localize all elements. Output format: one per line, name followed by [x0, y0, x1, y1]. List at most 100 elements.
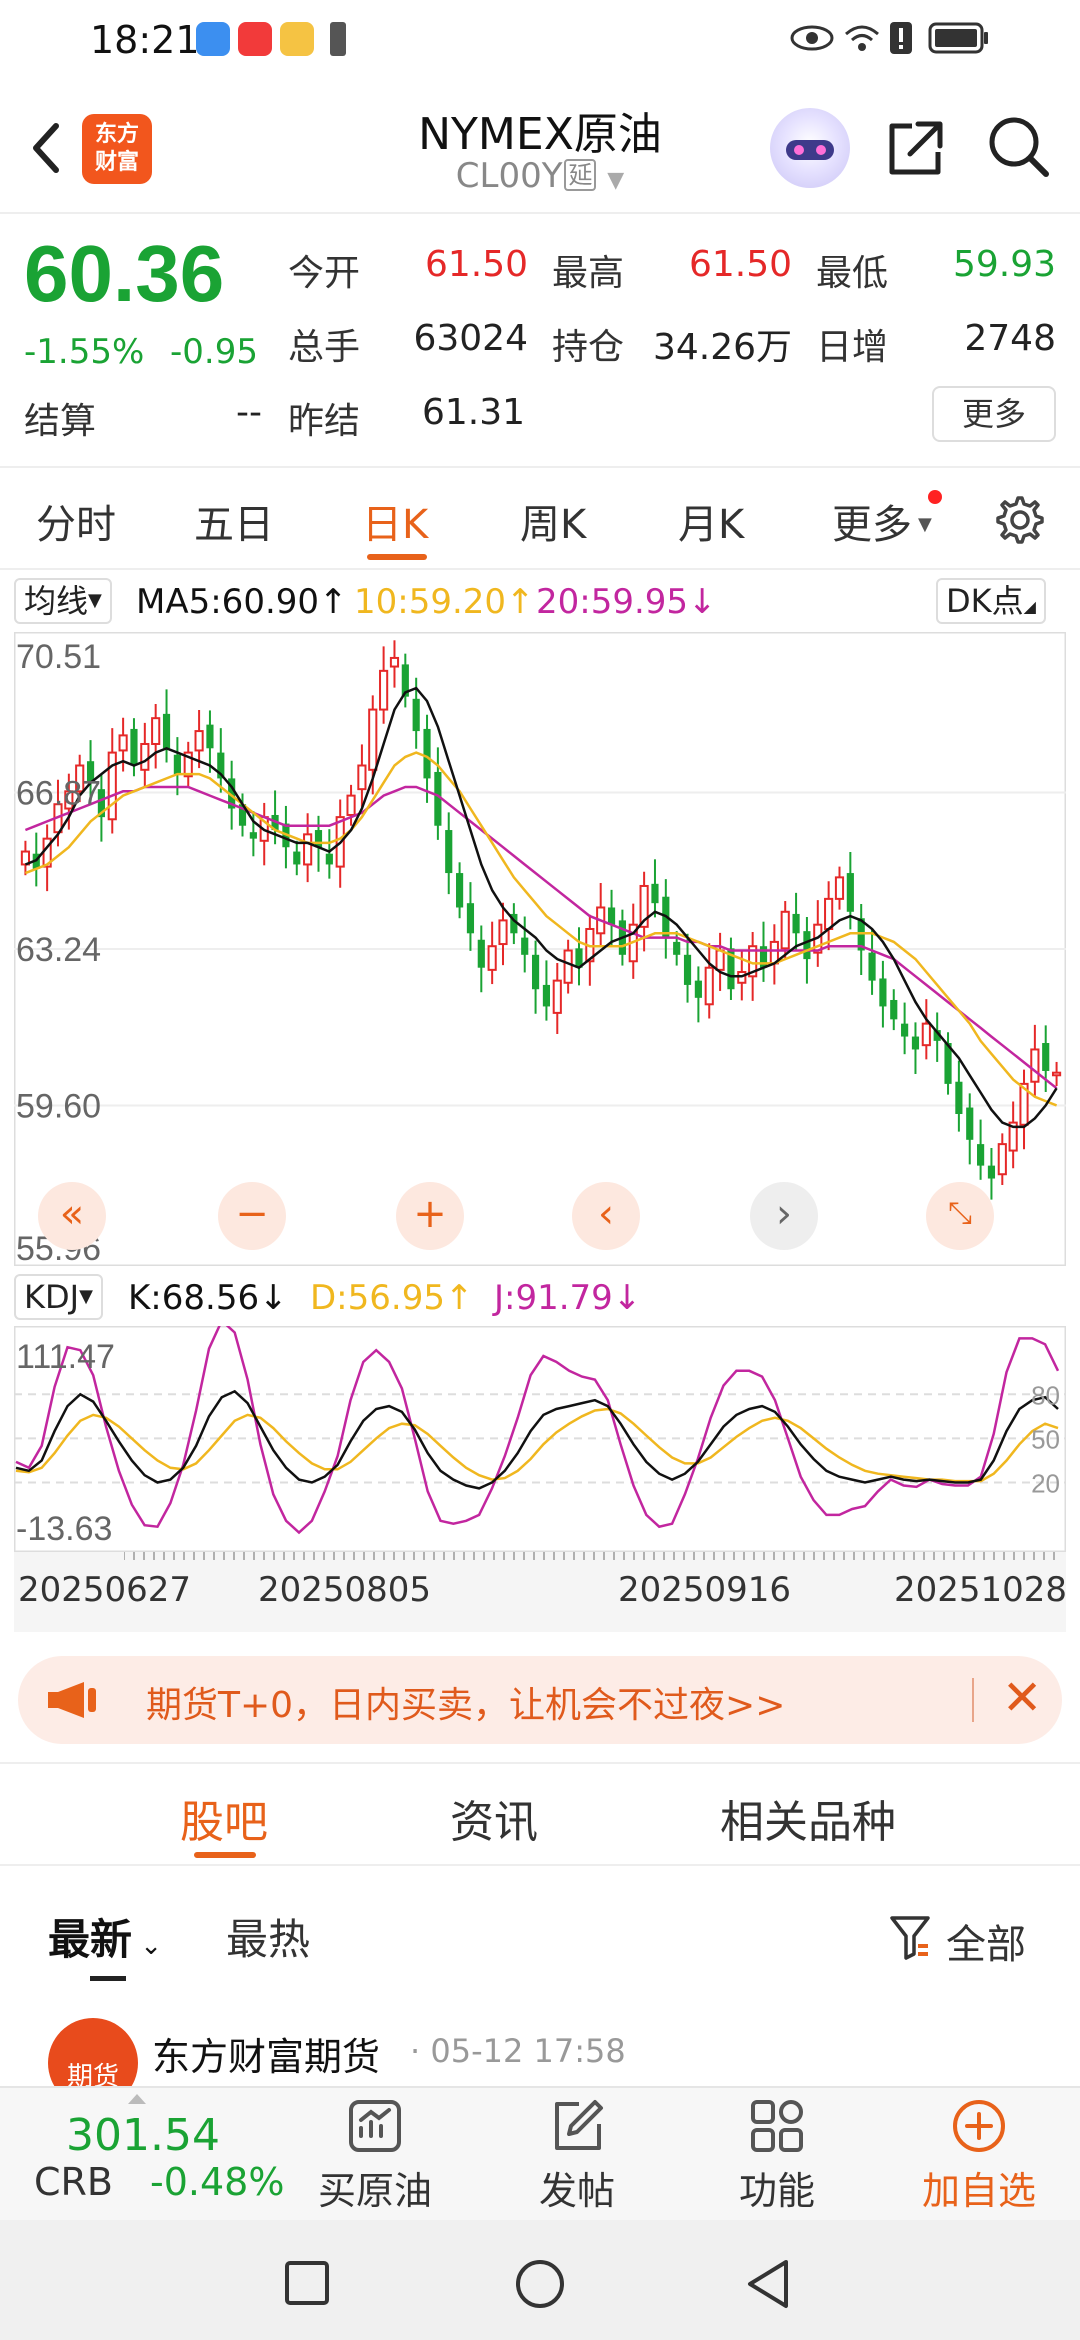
- tab-underline: [367, 554, 427, 560]
- close-icon[interactable]: ✕: [1002, 1670, 1042, 1726]
- ai-assistant-avatar[interactable]: [770, 108, 850, 188]
- candle-body: [173, 754, 181, 775]
- feed-filter-row: 最新 ⌄ 最热 全部: [0, 1880, 1080, 1990]
- feed-post[interactable]: 期货 东方财富期货 · 05-12 17:58: [0, 1990, 1080, 2086]
- tab-news[interactable]: 资讯: [450, 1786, 538, 1850]
- candle-body: [389, 656, 400, 668]
- ma10-line: [24, 751, 1058, 1107]
- post-button[interactable]: 发帖: [512, 2098, 642, 2215]
- tab-related[interactable]: 相关品种: [720, 1786, 896, 1850]
- candle-body: [997, 1143, 1007, 1176]
- grid-icon: [751, 2100, 803, 2152]
- plus-circle-icon: [953, 2100, 1005, 2152]
- candle-body: [498, 919, 508, 946]
- buy-crude-button[interactable]: 买原油: [310, 2098, 440, 2215]
- header: 东方 财富 NYMEX原油 CL00Y 延 ▼: [0, 86, 1080, 214]
- sort-hottest[interactable]: 最热: [226, 1906, 310, 1967]
- settings-gear-icon[interactable]: [990, 492, 1046, 548]
- candle-body: [901, 1023, 909, 1037]
- date-axis-ticks: [124, 1552, 1055, 1560]
- tab-five-day[interactable]: 五日: [194, 492, 274, 550]
- sort-latest-dropdown[interactable]: 最新 ⌄: [48, 1906, 162, 1967]
- filter-all[interactable]: 全部: [946, 1912, 1026, 1970]
- candle-body: [987, 1165, 996, 1179]
- ma-selector[interactable]: 均线▼: [14, 578, 112, 624]
- candle-body: [542, 984, 551, 1007]
- indicator-selector[interactable]: KDJ▼: [14, 1274, 103, 1320]
- delay-tag: 延: [564, 159, 597, 191]
- dk-point-selector[interactable]: DK点◢: [936, 578, 1046, 624]
- add-watchlist-button[interactable]: 加自选: [914, 2098, 1044, 2215]
- search-icon[interactable]: [986, 114, 1052, 180]
- candle-body: [824, 897, 834, 930]
- tab-daily-k[interactable]: 日K: [362, 492, 428, 550]
- tab-forum[interactable]: 股吧: [180, 1786, 268, 1850]
- functions-label: 功能: [738, 2169, 815, 2213]
- candle-body: [552, 979, 562, 1014]
- candle-body: [1051, 1071, 1062, 1077]
- ma20-line: [24, 785, 1058, 1090]
- crb-index-value[interactable]: 301.54: [66, 2110, 220, 2161]
- candle-body: [607, 907, 616, 925]
- chevron-down-icon: ▼: [79, 1286, 93, 1307]
- kdj-chart[interactable]: 111.47 -13.63 80 50 20: [14, 1326, 1066, 1552]
- candle-body: [868, 952, 876, 981]
- sim-icon: [330, 22, 346, 56]
- candle-body: [368, 708, 378, 771]
- chart-fullscreen-button[interactable]: ⤡: [926, 1182, 994, 1250]
- ma5-value: MA5:60.90↑: [136, 582, 348, 622]
- kdj-j-value: J:91.79↓: [494, 1278, 642, 1318]
- tab-weekly-k[interactable]: 周K: [520, 492, 586, 550]
- price-tick-label: 59.60: [16, 1088, 101, 1126]
- candle-body: [1042, 1043, 1050, 1071]
- candle-body: [704, 966, 714, 1006]
- notification-dot: [928, 490, 942, 504]
- buy-crude-label: 买原油: [317, 2169, 432, 2213]
- kdj-d-line: [15, 1407, 1059, 1483]
- chart-zoom-in-button[interactable]: +: [396, 1182, 464, 1250]
- functions-button[interactable]: 功能: [712, 2098, 842, 2215]
- tab-more[interactable]: 更多: [832, 492, 912, 550]
- add-watchlist-label: 加自选: [921, 2169, 1036, 2213]
- kdj-tick-label: 111.47: [16, 1338, 115, 1376]
- ma-indicator-row: 均线▼ MA5:60.90↑ 10:59.20↑ 20:59.95↓ DK点◢: [0, 574, 1080, 626]
- ma5-line: [24, 686, 1058, 1129]
- back-icon[interactable]: [744, 2258, 792, 2310]
- post-time: · 05-12 17:58: [410, 2032, 626, 2070]
- open-interest-value: 34.26万: [652, 327, 792, 368]
- candle-body: [531, 954, 540, 990]
- candle-body: [780, 910, 790, 950]
- chart-scroll-left-button[interactable]: ‹: [572, 1182, 640, 1250]
- tab-intraday[interactable]: 分时: [36, 492, 116, 550]
- home-icon[interactable]: [514, 2258, 566, 2310]
- kdj-j-line: [15, 1326, 1060, 1535]
- post-label: 发帖: [538, 2169, 615, 2213]
- share-icon[interactable]: [884, 116, 948, 180]
- contract-code-selector[interactable]: CL00Y 延 ▼: [340, 156, 740, 196]
- chart-jump-start-button[interactable]: «: [38, 1182, 106, 1250]
- candle-body: [303, 833, 313, 866]
- kdj-d-value: D:56.95↑: [310, 1278, 474, 1318]
- promo-banner[interactable]: 期货T+0，日内买卖，让机会不过夜>> ✕: [18, 1656, 1062, 1744]
- candle-body: [921, 1022, 931, 1047]
- tab-monthly-k[interactable]: 月K: [678, 492, 744, 550]
- candle-body: [130, 728, 138, 766]
- chart-scroll-right-button[interactable]: ›: [750, 1182, 818, 1250]
- tab-underline: [194, 1852, 256, 1858]
- chevron-down-icon: ▼: [918, 514, 932, 535]
- status-time: 18:21: [90, 18, 200, 62]
- chevron-down-icon: ▼: [88, 590, 102, 611]
- back-arrow-icon[interactable]: [20, 108, 80, 188]
- period-tabs: 分时 五日 日K 周K 月K 更多 ▼: [0, 466, 1080, 570]
- high-value: 61.50: [688, 244, 792, 285]
- candle-body: [651, 883, 659, 904]
- kdj-level-label: 80: [1031, 1380, 1060, 1410]
- candle-body: [118, 734, 128, 752]
- candlestick-chart[interactable]: 70.5166.8763.2459.6055.96: [14, 632, 1066, 1266]
- candle-body: [477, 939, 485, 968]
- more-quote-button[interactable]: 更多: [932, 386, 1056, 442]
- chart-zoom-out-button[interactable]: −: [218, 1182, 286, 1250]
- post-author[interactable]: 东方财富期货: [152, 2026, 380, 2081]
- recent-apps-icon[interactable]: [284, 2260, 330, 2306]
- filter-icon[interactable]: [888, 1914, 932, 1960]
